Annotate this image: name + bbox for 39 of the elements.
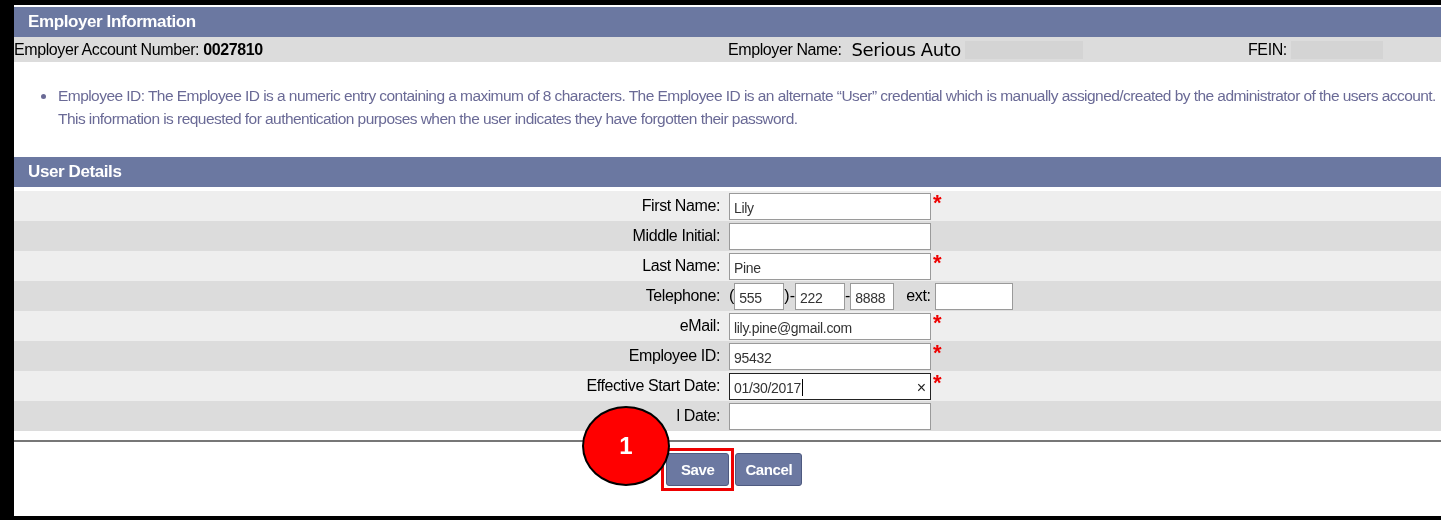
area-code-field[interactable]: 555 [734,282,785,310]
fein-label: FEIN: [1248,40,1287,59]
field-label: First Name: [640,197,721,215]
phone-line-field[interactable]: 8888 [850,282,895,310]
employer-name-label: Employer Name: [728,40,842,59]
text-field[interactable]: Lily [729,192,931,220]
field-label: Telephone: [644,287,721,305]
clear-button[interactable]: × [916,379,926,396]
field-label: Employee ID: [627,347,721,365]
account-number-text: Employer Account Number: 0027810 [14,40,263,59]
required-mark: * [933,252,942,274]
ext-label: ext: [906,287,931,305]
extension-field[interactable] [934,282,1013,310]
parenthesis: ( [729,287,735,305]
text-field[interactable]: 95432 [729,342,931,370]
field-label: Middle Initial: [631,227,721,245]
cancel-button[interactable]: Cancel [735,453,803,486]
required-mark: * [933,312,942,334]
date-field[interactable] [729,402,931,430]
text-field[interactable] [729,222,931,250]
required-mark: * [933,342,942,364]
phone-prefix-field[interactable]: 222 [795,282,845,310]
field-label: l Date: [675,407,721,425]
save-button[interactable]: Save [666,453,730,486]
employer-name: Serious Auto [851,39,961,60]
section-header: Employer Information [14,7,1441,37]
required-mark: * [933,372,942,394]
text-field[interactable]: Pine [729,252,931,280]
field-label: eMail: [678,317,721,335]
required-mark: * [933,192,942,214]
separator: )- [784,287,795,305]
section-header: User Details [14,157,1441,187]
field-label: Last Name: [641,257,721,275]
field-label: Effective Start Date: [585,377,721,395]
text-field[interactable]: lily.pine@gmail.com [729,312,931,340]
note-text: Employee ID: The Employee ID is a numeric entry containing a maximum of 8 characters. The Employee ID is an alternate “User” credential which is manually assigned/created by the administrator of the users account. This information is requested for authentication purposes when the user indicates they have forgotten their password. [58,87,1436,127]
bullet-icon [41,94,46,99]
separator: - [845,287,851,305]
date-field[interactable]: 01/30/2017 × [729,372,931,400]
